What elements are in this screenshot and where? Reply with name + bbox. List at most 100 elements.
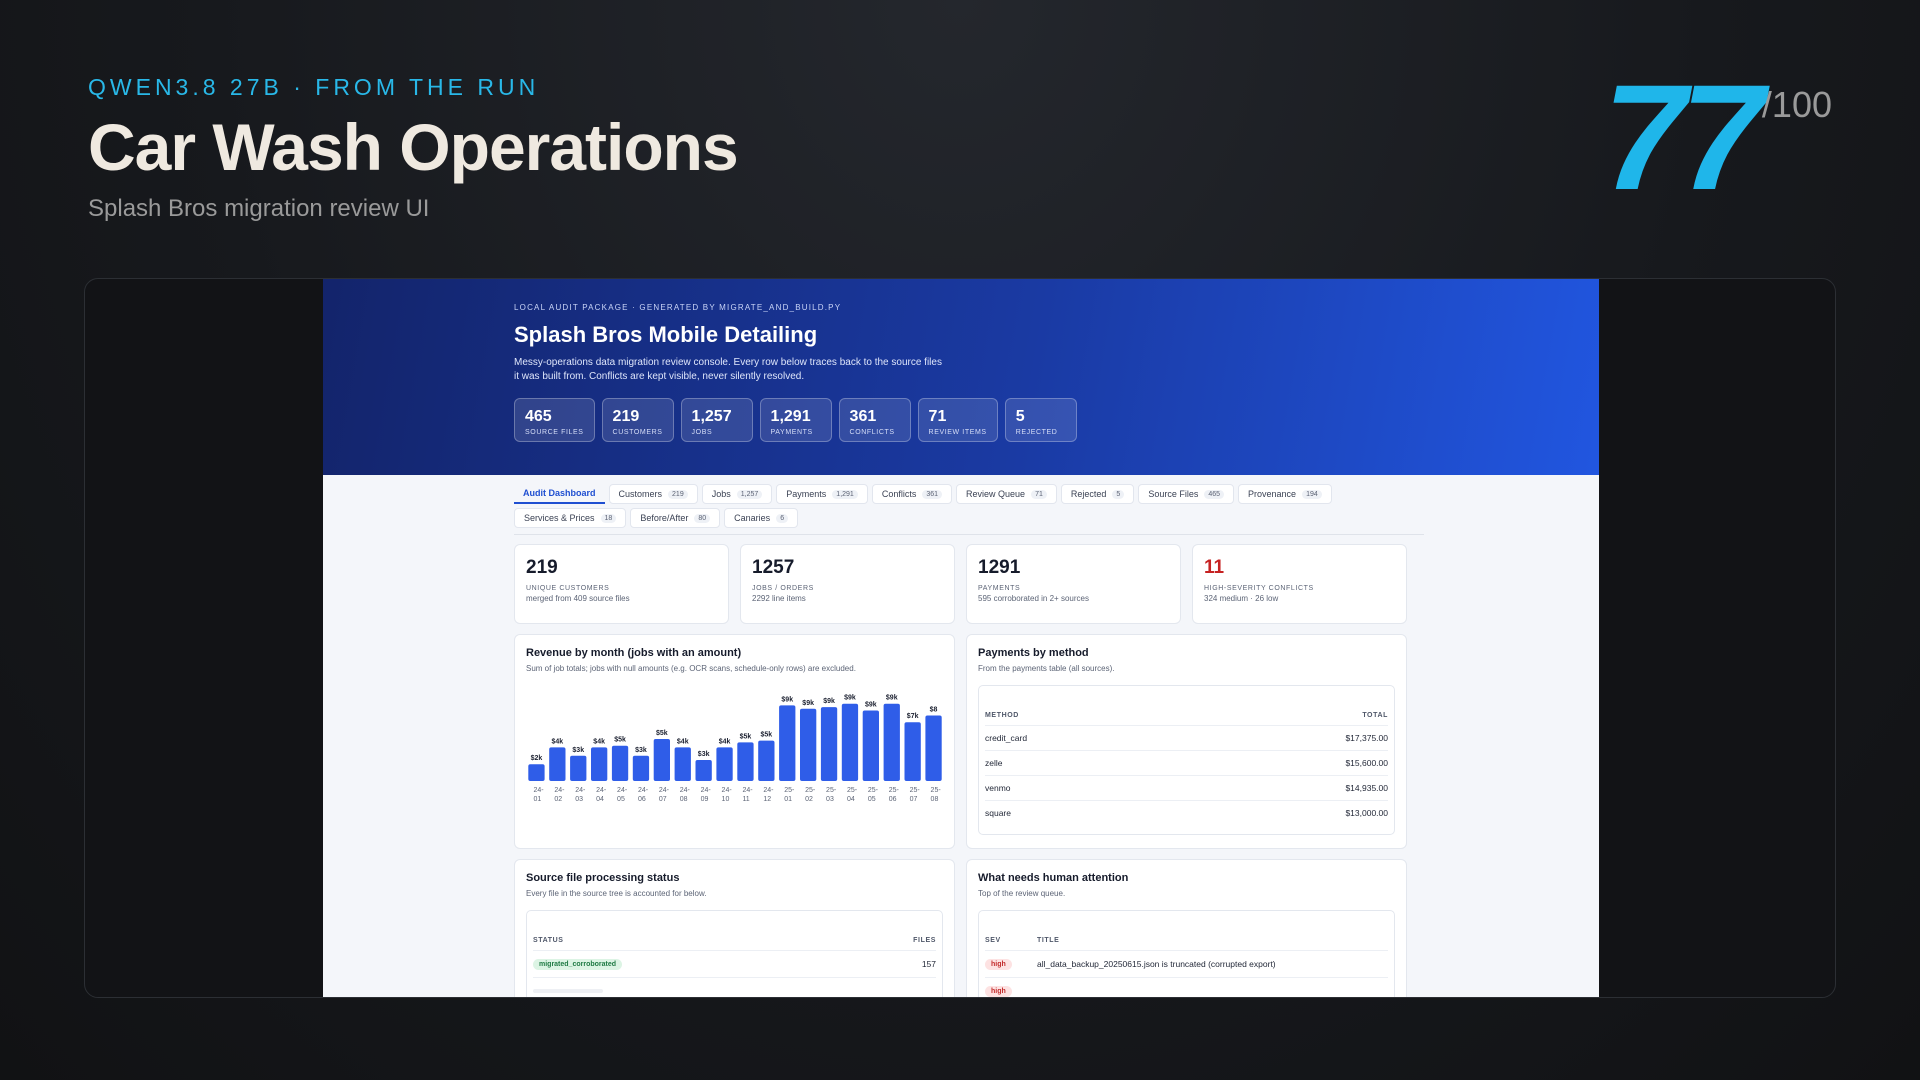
payment-total: $15,600.00	[1185, 750, 1388, 776]
tab-count-badge: 80	[694, 513, 711, 523]
source-status-panel: Source file processing status Every file…	[514, 859, 955, 997]
source-status-subtitle: Every file in the source tree is account…	[526, 889, 707, 898]
hero-description: Messy-operations data migration review c…	[514, 357, 942, 382]
attention-title	[1037, 977, 1388, 997]
attention-sev-cell: high	[985, 977, 1037, 997]
tab-source-files[interactable]: Source Files 465	[1138, 484, 1235, 504]
revenue-panel: Revenue by month (jobs with an amount) S…	[514, 634, 955, 849]
revenue-bar	[820, 707, 838, 781]
kpi-label: Unique customers	[526, 585, 610, 592]
slide-subtitle: Splash Bros migration review UI	[88, 195, 430, 222]
payments-header-method[interactable]: Method	[985, 704, 1185, 726]
revenue-tick-label: 24-	[638, 787, 649, 794]
payments-panel: Payments by method From the payments tab…	[966, 634, 1407, 849]
hero-stat: 1,291 Payments	[759, 398, 832, 442]
payments-row[interactable]: venmo $14,935.00	[985, 775, 1388, 801]
revenue-bar	[590, 747, 608, 781]
attention-header-title[interactable]: Title	[1037, 929, 1388, 951]
tab-rejected[interactable]: Rejected 5	[1060, 484, 1135, 504]
attention-row[interactable]: high	[985, 977, 1388, 997]
revenue-tick-label: 02	[554, 796, 562, 803]
attention-table: Sev Title high all_data_backup_20250615.j…	[985, 911, 1388, 997]
tab-label: Conflicts	[881, 489, 917, 499]
attention-sev-cell: high	[985, 950, 1037, 978]
tab-audit-dashboard[interactable]: Audit Dashboard	[514, 484, 605, 504]
source-status-row[interactable]	[533, 977, 936, 997]
revenue-bar	[611, 745, 629, 781]
hero-stat: 219 Customers	[601, 398, 674, 442]
revenue-bar	[695, 760, 712, 781]
source-status-header-status[interactable]: Status	[533, 929, 854, 951]
revenue-bar	[528, 764, 545, 781]
hero-stat-value: 1,291	[770, 408, 811, 425]
tab-conflicts[interactable]: Conflicts 361	[871, 484, 953, 504]
slide-header: QWEN3.8 27B · FROM THE RUN Car Wash Oper…	[88, 74, 739, 223]
payment-total: $13,000.00	[1185, 800, 1388, 825]
revenue-bar	[716, 747, 733, 781]
revenue-tick-label: 12	[763, 796, 771, 803]
revenue-tick-label: 24-	[659, 787, 670, 794]
attention-panel: What needs human attention Top of the re…	[966, 859, 1407, 997]
kpi-value: 219	[526, 557, 558, 578]
hero-stat-value: 5	[1015, 408, 1025, 425]
score: 77 /100	[1603, 62, 1832, 212]
tab-review-queue[interactable]: Review Queue 71	[956, 484, 1057, 504]
tab-canaries[interactable]: Canaries 6	[724, 508, 799, 528]
slide-eyebrow: QWEN3.8 27B · FROM THE RUN	[88, 74, 540, 100]
revenue-bar	[758, 740, 775, 781]
hero-stats: 465 Source files 219 Customers 1,257 Jobs 1,29…	[514, 398, 1599, 442]
tab-label: Review Queue	[966, 489, 1026, 499]
tab-count-badge: 71	[1031, 489, 1047, 499]
attention-header-sev[interactable]: Sev	[985, 929, 1037, 951]
tab-bar: Audit Dashboard Customers 219 Jobs 1,257 Paym…	[514, 484, 1424, 535]
tab-label: Rejected	[1070, 489, 1107, 499]
revenue-bar-label: $4k	[677, 738, 689, 745]
revenue-bar	[841, 703, 859, 781]
hero-banner: LOCAL AUDIT PACKAGE · GENERATED BY MIGRA…	[323, 279, 1599, 475]
payments-row[interactable]: square $13,000.00	[985, 800, 1388, 825]
revenue-bar-label: $5k	[761, 732, 773, 739]
revenue-tick-label: 06	[638, 796, 646, 803]
tab-count-badge: 6	[776, 513, 789, 523]
tab-jobs[interactable]: Jobs 1,257	[701, 484, 773, 504]
revenue-tick-label: 08	[680, 796, 688, 803]
tab-count-badge: 5	[1112, 489, 1125, 499]
source-status-header-files[interactable]: Files	[854, 929, 936, 951]
revenue-tick-label: 24-	[596, 787, 607, 794]
payments-row[interactable]: credit_card $17,375.00	[985, 725, 1388, 751]
hero-eyebrow: LOCAL AUDIT PACKAGE · GENERATED BY MIGRA…	[514, 303, 842, 312]
kpi-card: 1291 Payments 595 corroborated in 2+ sourc…	[966, 544, 1181, 624]
attention-title: all_data_backup_20250615.json is truncat…	[1037, 950, 1388, 978]
revenue-tick-label: 24-	[722, 787, 733, 794]
revenue-bar-label: $4k	[552, 738, 564, 745]
source-status-files: 157	[853, 950, 936, 978]
revenue-tick-label: 25-	[868, 787, 879, 794]
revenue-bar-label: $4k	[719, 738, 731, 745]
revenue-tick-label: 06	[889, 796, 897, 803]
score-denominator: /100	[1761, 84, 1832, 125]
revenue-tick-label: 03	[575, 796, 583, 803]
source-status-cell: migrated_corroborated	[533, 950, 854, 978]
tab-label: Audit Dashboard	[523, 488, 596, 498]
tab-count-badge: 18	[600, 513, 617, 523]
revenue-tick-label: 24-	[533, 787, 544, 794]
payment-method: credit_card	[985, 725, 1186, 751]
tab-provenance[interactable]: Provenance 194	[1238, 484, 1332, 504]
revenue-bar-label: $4k	[593, 738, 605, 745]
tab-payments[interactable]: Payments 1,291	[776, 484, 868, 504]
revenue-bar	[653, 739, 671, 781]
attention-row[interactable]: high all_data_backup_20250615.json is tru…	[985, 950, 1388, 978]
revenue-bar-label: $9k	[823, 698, 835, 705]
source-status-row[interactable]: migrated_corroborated 157	[533, 950, 936, 978]
tab-count-badge: 361	[922, 489, 943, 499]
payments-header-total[interactable]: Total	[1185, 704, 1388, 726]
revenue-tick-label: 25-	[910, 787, 921, 794]
payments-row[interactable]: zelle $15,600.00	[985, 750, 1388, 776]
tab-services-prices[interactable]: Services & Prices 18	[514, 508, 627, 528]
revenue-tick-label: 24-	[575, 787, 586, 794]
hero-stat-label: Conflicts	[849, 429, 895, 436]
slide-title: Car Wash Operations	[88, 110, 739, 184]
tab-before-after[interactable]: Before/After 80	[630, 508, 721, 528]
hero-stat: 1,257 Jobs	[680, 398, 753, 442]
tab-customers[interactable]: Customers 219	[608, 484, 698, 504]
